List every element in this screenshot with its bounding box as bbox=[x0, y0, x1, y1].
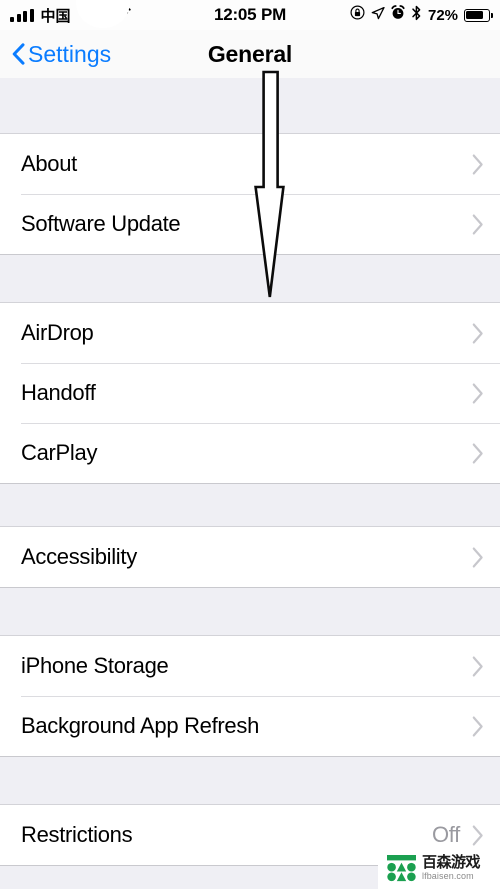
row-label: AirDrop bbox=[21, 320, 94, 345]
battery-percent-label: 72% bbox=[427, 6, 459, 24]
group-spacer bbox=[0, 484, 500, 526]
location-arrow-icon bbox=[371, 5, 385, 25]
group-spacer bbox=[0, 255, 500, 302]
chevron-right-icon bbox=[472, 825, 484, 846]
status-bar-clock: 12:05 PM bbox=[213, 5, 287, 24]
settings-row-carplay[interactable]: CarPlay bbox=[0, 423, 500, 483]
navigation-bar: Settings General bbox=[0, 30, 500, 78]
chevron-right-icon bbox=[472, 547, 484, 568]
chevron-right-icon bbox=[472, 383, 484, 404]
row-value-restrictions: Off bbox=[431, 822, 460, 847]
group-spacer bbox=[0, 78, 500, 133]
chevron-right-icon bbox=[472, 154, 484, 175]
back-button[interactable]: Settings bbox=[0, 41, 111, 68]
chevron-right-icon bbox=[472, 214, 484, 235]
settings-group-4: iPhone Storage Background App Refresh bbox=[0, 635, 500, 757]
chevron-right-icon bbox=[472, 323, 484, 344]
watermark: 百森游戏 lfbaisen.com bbox=[378, 847, 500, 889]
settings-row-about[interactable]: About bbox=[0, 134, 500, 194]
row-label: Background App Refresh bbox=[21, 713, 259, 738]
settings-row-background-app-refresh[interactable]: Background App Refresh bbox=[0, 696, 500, 756]
signal-bars-icon bbox=[10, 8, 34, 22]
watermark-subtitle: lfbaisen.com bbox=[422, 871, 474, 882]
status-bar-center: 12:05 PM bbox=[214, 5, 286, 25]
status-bar-right: 72% bbox=[286, 5, 494, 26]
iphone-screen: 中国 12:05 PM 72% Settings General About S… bbox=[0, 0, 500, 889]
chevron-right-icon bbox=[472, 443, 484, 464]
row-label: Software Update bbox=[21, 211, 181, 236]
chevron-right-icon bbox=[472, 716, 484, 737]
settings-group-1: About Software Update bbox=[0, 133, 500, 255]
battery-icon bbox=[464, 8, 494, 22]
settings-list: About Software Update AirDrop Handoff Ca… bbox=[0, 78, 500, 866]
row-label: Handoff bbox=[21, 380, 96, 405]
settings-row-airdrop[interactable]: AirDrop bbox=[0, 303, 500, 363]
row-label: About bbox=[21, 151, 77, 176]
settings-row-handoff[interactable]: Handoff bbox=[0, 363, 500, 423]
back-button-label: Settings bbox=[28, 40, 112, 67]
carrier-label: 中国 bbox=[40, 7, 71, 25]
settings-group-3: Accessibility bbox=[0, 526, 500, 588]
alarm-clock-icon bbox=[391, 5, 405, 25]
baisen-logo-icon bbox=[386, 854, 417, 882]
chevron-right-icon bbox=[472, 656, 484, 677]
settings-group-2: AirDrop Handoff CarPlay bbox=[0, 302, 500, 484]
row-label: iPhone Storage bbox=[21, 653, 169, 678]
row-label: Accessibility bbox=[21, 544, 137, 569]
settings-row-accessibility[interactable]: Accessibility bbox=[0, 527, 500, 587]
watermark-text: 百森游戏 lfbaisen.com bbox=[422, 853, 481, 882]
group-spacer bbox=[0, 588, 500, 635]
row-label: CarPlay bbox=[21, 440, 98, 465]
group-spacer bbox=[0, 757, 500, 804]
settings-row-software-update[interactable]: Software Update bbox=[0, 194, 500, 254]
settings-row-iphone-storage[interactable]: iPhone Storage bbox=[0, 636, 500, 696]
chevron-left-icon bbox=[12, 43, 25, 65]
row-label: Restrictions bbox=[21, 822, 133, 847]
rotation-lock-icon bbox=[350, 5, 365, 25]
watermark-title: 百森游戏 bbox=[422, 853, 481, 871]
bluetooth-icon bbox=[411, 5, 422, 26]
status-bar: 中国 12:05 PM 72% bbox=[0, 0, 500, 30]
